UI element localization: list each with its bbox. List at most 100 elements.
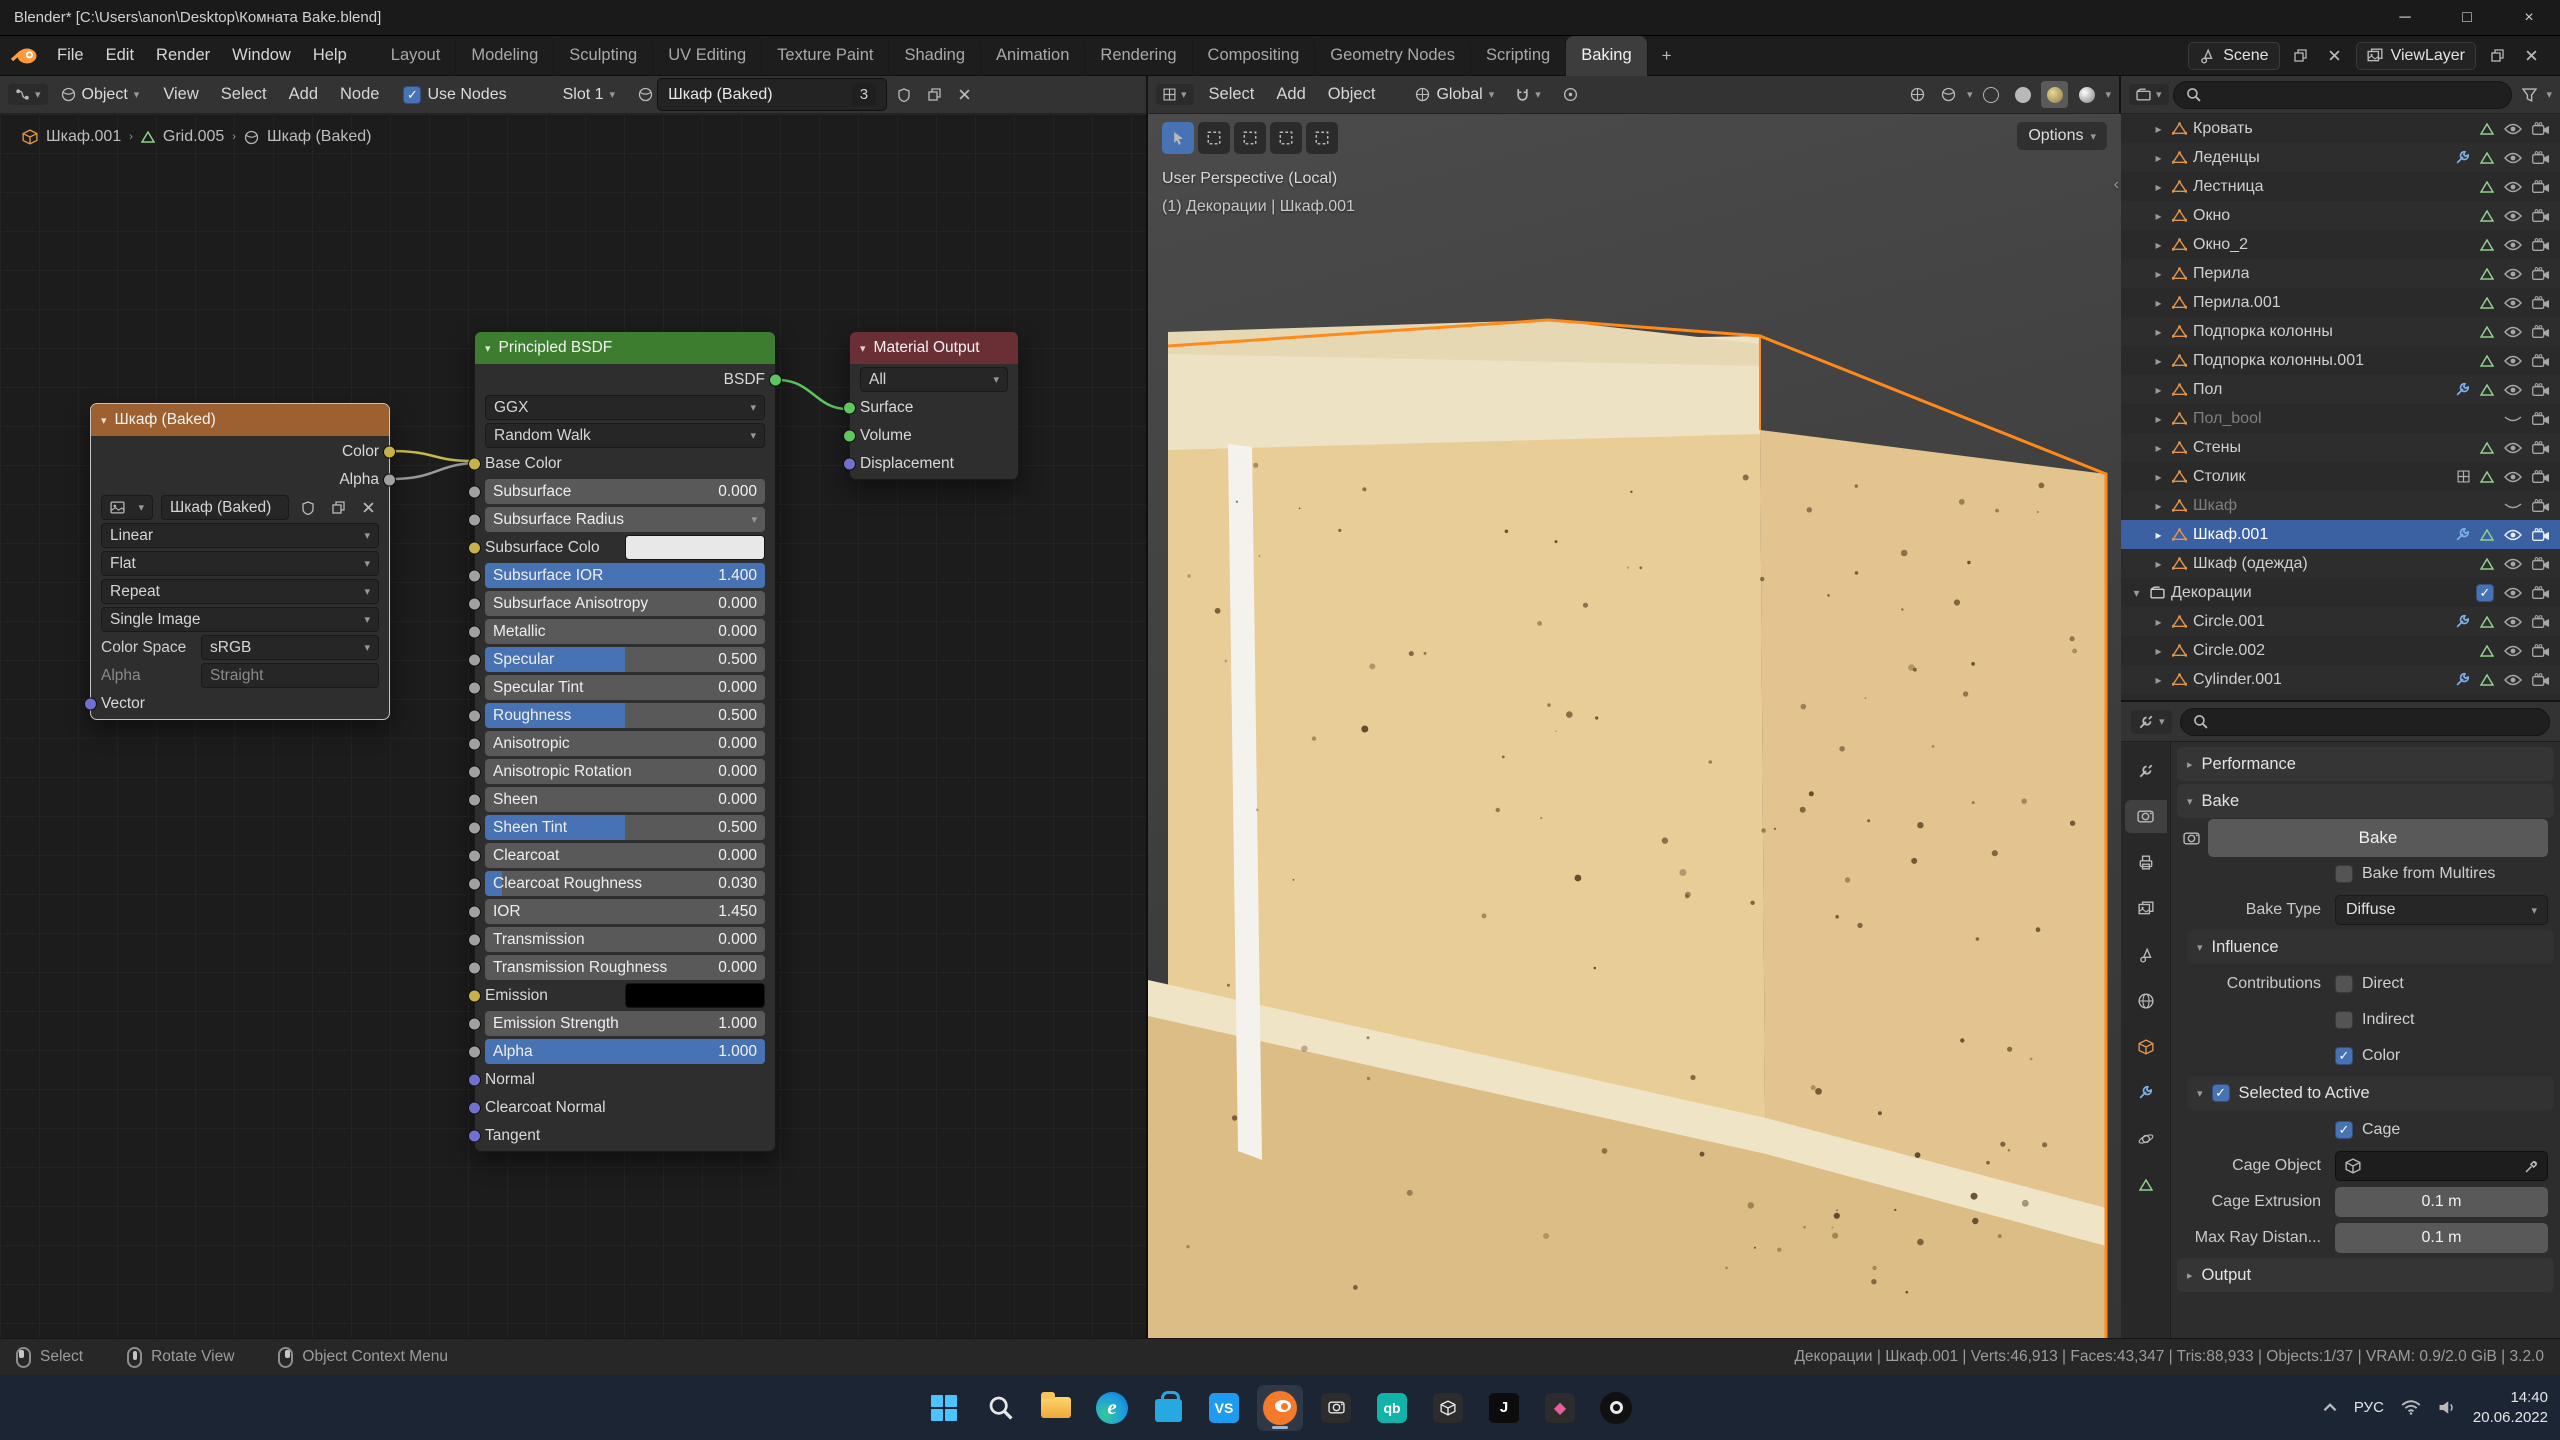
selected-to-active-checkbox[interactable]: ✓ [2212,1084,2230,1102]
workspace-tab-scripting[interactable]: Scripting [1471,36,1566,76]
clearcoat-normal-input-socket[interactable] [468,1101,481,1114]
editor-type-button[interactable]: ▾ [2129,84,2169,105]
taskbar-diamond-app-icon[interactable]: ◆ [1537,1385,1583,1431]
clock[interactable]: 14:40 20.06.2022 [2473,1388,2548,1427]
outliner-item[interactable]: ▸Перила [2121,259,2560,288]
properties-tab-world[interactable] [2125,984,2167,1017]
cage-checkbox[interactable]: ✓ [2335,1121,2353,1139]
linear-dropdown[interactable]: Linear▾ [101,523,379,548]
shader-mode-dropdown[interactable]: Object▾ [52,81,149,109]
expand-arrow[interactable]: ▸ [2151,499,2166,513]
viewport-3d[interactable]: Options ▾ User Perspective (Local) (1) Д… [1148,114,2121,1338]
remove-viewlayer-button[interactable] [2518,43,2544,69]
select-box-button[interactable] [1198,122,1230,154]
subsurface-anisotropy-input-socket[interactable] [468,597,481,610]
add-workspace-button[interactable]: + [1650,40,1684,72]
outliner-item[interactable]: ▸Стены [2121,433,2560,462]
expand-arrow[interactable]: ▸ [2151,557,2166,571]
shader-menu-node[interactable]: Node [329,79,390,110]
expand-arrow[interactable]: ▸ [2151,267,2166,281]
menu-render[interactable]: Render [145,40,221,71]
show-gizmo-button[interactable] [1905,82,1931,108]
clearcoat-input-socket[interactable] [468,849,481,862]
expand-arrow[interactable]: ▾ [2129,586,2144,600]
indirect-checkbox[interactable] [2335,1011,2353,1029]
sheen-input-socket[interactable] [468,793,481,806]
taskbar-edge-icon[interactable]: e [1089,1385,1135,1431]
outliner-item[interactable]: ▸Подпорка колонны [2121,317,2560,346]
expand-arrow[interactable]: ▸ [2151,325,2166,339]
properties-tab-tool[interactable] [2125,754,2167,787]
principled-bsdf-node[interactable]: ▾ Principled BSDF BSDF GGX▾ Random Walk▾… [474,331,776,1152]
outliner-item[interactable]: ▸Леденцы [2121,143,2560,172]
roughness-input-socket[interactable] [468,709,481,722]
material-name-field[interactable]: Шкаф (Baked) 3 [657,78,887,111]
subsurface-radius-input-socket[interactable] [468,513,481,526]
max-ray-field[interactable]: 0.1 m [2335,1223,2548,1253]
material-preview-icon[interactable] [638,87,653,102]
shader-menu-select[interactable]: Select [210,79,278,110]
outliner-item[interactable]: ▸Шкаф (одежда) [2121,549,2560,578]
direct-checkbox[interactable] [2335,975,2353,993]
emission-color-swatch[interactable] [625,983,765,1008]
expand-arrow[interactable]: ▸ [2151,151,2166,165]
breadcrumb-item[interactable]: Grid.005 [163,128,224,146]
outliner-item[interactable]: ▸Шкаф.001 [2121,520,2560,549]
viewport-options-button[interactable]: Options ▾ [2017,122,2107,150]
image-name-field[interactable]: Шкаф (Baked) [161,495,289,520]
specular-input-socket[interactable] [468,653,481,666]
properties-tab-modifiers[interactable] [2125,1076,2167,1109]
workspace-tab-layout[interactable]: Layout [376,36,457,76]
repeat-dropdown[interactable]: Repeat▾ [101,579,379,604]
panel-bake[interactable]: ▾Bake [2177,784,2554,818]
shader-menu-add[interactable]: Add [278,79,329,110]
outliner-item[interactable]: ▸Перила.001 [2121,288,2560,317]
expand-arrow[interactable]: ▸ [2151,644,2166,658]
base-color-input-socket[interactable] [468,457,481,470]
outliner-search-input[interactable] [2173,81,2513,109]
workspace-tab-texture-paint[interactable]: Texture Paint [762,36,889,76]
unlink-material-button[interactable] [951,82,977,108]
minimize-button[interactable]: ─ [2374,0,2436,35]
subsurface-slider[interactable]: Subsurface0.000 [485,479,765,504]
new-image-button[interactable] [327,497,349,519]
sidebar-collapse-arrow[interactable]: ‹ [2114,176,2119,194]
menu-help[interactable]: Help [302,40,358,71]
workspace-tab-baking[interactable]: Baking [1566,36,1647,76]
taskbar-store-icon[interactable] [1145,1385,1191,1431]
editor-type-button[interactable]: ▾ [2131,710,2172,734]
chevron-down-icon[interactable]: ▾ [101,414,107,427]
slot-dropdown[interactable]: Slot 1▾ [554,81,624,109]
clearcoat-slider[interactable]: Clearcoat0.000 [485,843,765,868]
specular-slider[interactable]: Specular0.500 [485,647,765,672]
new-scene-button[interactable] [2288,43,2314,69]
subsurface-method-dropdown[interactable]: Random Walk▾ [485,423,765,448]
outliner-item[interactable]: ▸Пол [2121,375,2560,404]
scene-selector[interactable]: Scene [2188,42,2279,70]
workspace-tab-geometry-nodes[interactable]: Geometry Nodes [1315,36,1471,76]
sheen-slider[interactable]: Sheen0.000 [485,787,765,812]
color-checkbox[interactable]: ✓ [2335,1047,2353,1065]
transmission-roughness-slider[interactable]: Transmission Roughness0.000 [485,955,765,980]
taskbar-cube-app-icon[interactable] [1425,1385,1471,1431]
viewlayer-selector[interactable]: ViewLayer [2356,42,2476,70]
workspace-tab-uv-editing[interactable]: UV Editing [653,36,762,76]
flat-dropdown[interactable]: Flat▾ [101,551,379,576]
shader-menu-view[interactable]: View [152,79,209,110]
workspace-tab-compositing[interactable]: Compositing [1193,36,1316,76]
outliner-item[interactable]: ▸Подпорка колонны.001 [2121,346,2560,375]
properties-tab-scene[interactable] [2125,938,2167,971]
shading-rendered-button[interactable] [2073,81,2100,108]
use-nodes-checkbox[interactable]: ✓ [403,86,421,104]
fake-user-button[interactable] [297,497,319,519]
sheen-tint-slider[interactable]: Sheen Tint0.500 [485,815,765,840]
editor-type-button[interactable]: ▾ [1156,84,1194,105]
fake-user-button[interactable] [891,82,917,108]
color-output-socket[interactable] [383,445,396,458]
subsurface-colo-input-socket[interactable] [468,541,481,554]
alpha-slider[interactable]: Alpha1.000 [485,1039,765,1064]
volume-input-socket[interactable] [843,429,856,442]
taskbar-vscode-icon[interactable]: VS [1201,1385,1247,1431]
taskbar-start-icon[interactable] [921,1385,967,1431]
shading-solid-button[interactable] [2009,81,2036,108]
